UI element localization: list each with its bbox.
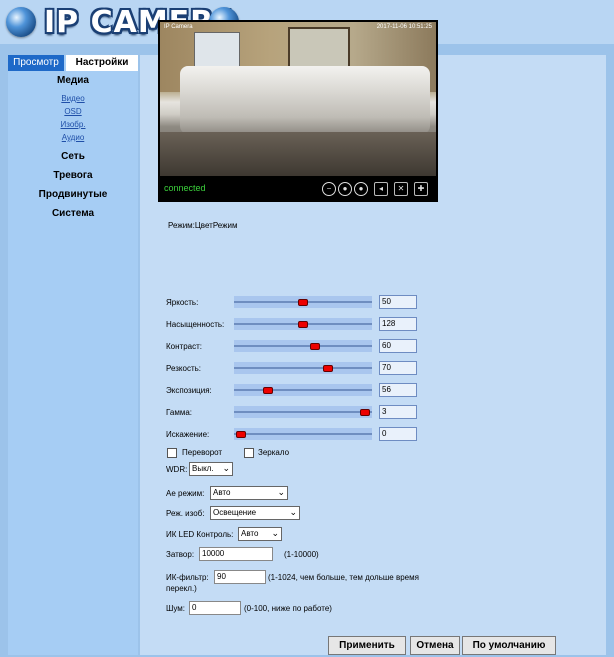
slider-track[interactable] [234,296,372,308]
ir-led-select[interactable]: Авто ⌄ [238,527,282,541]
slider-track[interactable] [234,428,372,440]
slider-thumb[interactable] [298,299,308,306]
shutter-input[interactable]: 10000 [199,547,273,561]
image-mode-select[interactable]: Освещение ⌄ [210,506,300,520]
audio-icon[interactable]: ◂ [374,182,388,196]
slider-track[interactable] [234,340,372,352]
osd-timestamp: 2017-11-06 10:51:25 [376,24,432,30]
color-mode-label: Режим:ЦветРежим [168,221,238,230]
default-button[interactable]: По умолчанию [462,636,556,655]
sidebar: Просмотр Настройки Медиа Видео OSD Изобр… [8,55,138,655]
mirror-checkbox[interactable] [244,448,254,458]
slider-track[interactable] [234,384,372,396]
focus-icon[interactable]: ● [338,182,352,196]
wdr-select[interactable]: Выкл. ⌄ [189,462,233,476]
feed-floor [160,132,436,176]
slider-thumb[interactable] [263,387,273,394]
camera-feed: IP Camera 2017-11-06 10:51:25 [160,22,436,176]
top-tabs: Просмотр Настройки [8,55,138,71]
image-mode-label: Реж. изоб: [166,509,205,518]
ir-led-label: ИК LED Контроль: [166,530,234,539]
slider-label: Яркость: [166,298,199,307]
nav-network[interactable]: Сеть [8,151,138,162]
ir-led-value: Авто [241,529,259,538]
mute-icon[interactable]: ✕ [394,182,408,196]
slider-track[interactable] [234,318,372,330]
ae-mode-value: Авто [213,488,231,497]
slider-value-input[interactable]: 3 [379,405,417,419]
wdr-label: WDR: [166,465,188,474]
slider-value-input[interactable]: 56 [379,383,417,397]
slider-label: Искажение: [166,430,210,439]
slider-thumb[interactable] [236,431,246,438]
slider-thumb[interactable] [310,343,320,350]
ir-filter-hint: (1-1024, чем больше, тем дольше время пе… [166,573,419,593]
chevron-down-icon: ⌄ [277,487,285,497]
feed-poster [194,32,240,70]
cancel-button[interactable]: Отмена [410,636,460,655]
settings-tools-icon[interactable]: ✚ [414,182,428,196]
globe-logo-icon [6,7,36,37]
nav-alarm[interactable]: Тревога [8,170,138,181]
feed-object [180,66,430,134]
zoom-in-icon[interactable]: ● [354,182,368,196]
mirror-label: Зеркало [258,448,290,457]
slider-track[interactable] [234,406,372,418]
shutter-hint: (1-10000) [284,550,319,559]
video-toolbar: connected − ● ● ◂ ✕ ✚ [160,178,436,200]
nav-sub-audio[interactable]: Аудио [8,133,138,142]
slider-label: Резкость: [166,364,202,373]
slider-thumb[interactable] [298,321,308,328]
chevron-down-icon: ⌄ [271,528,279,538]
image-mode-value: Освещение [213,508,257,517]
noise-label: Шум: [166,604,185,613]
slider-value-input[interactable]: 70 [379,361,417,375]
tab-settings[interactable]: Настройки [66,55,138,71]
nav-system[interactable]: Система [8,208,138,219]
chevron-down-icon: ⌄ [222,463,230,473]
slider-thumb[interactable] [360,409,370,416]
nav-media[interactable]: Медиа [8,75,138,86]
connection-status: connected [164,183,206,193]
noise-hint: (0-100, ниже по работе) [244,604,332,613]
flip-label: Переворот [182,448,223,457]
shutter-label: Затвор: [166,550,195,559]
zoom-out-icon[interactable]: − [322,182,336,196]
nav-sub-osd[interactable]: OSD [8,107,138,116]
slider-track[interactable] [234,362,372,374]
video-preview: IP Camera 2017-11-06 10:51:25 connected … [158,20,438,202]
nav-sub-image[interactable]: Изобр. [8,120,138,129]
slider-value-input[interactable]: 0 [379,427,417,441]
slider-thumb[interactable] [323,365,333,372]
apply-button[interactable]: Применить [328,636,406,655]
chevron-down-icon: ⌄ [289,507,297,517]
osd-name: IP Camera [164,24,193,30]
slider-label: Гамма: [166,408,193,417]
slider-value-input[interactable]: 50 [379,295,417,309]
noise-input[interactable]: 0 [189,601,241,615]
slider-value-input[interactable]: 128 [379,317,417,331]
slider-label: Экспозиция: [166,386,212,395]
ae-mode-label: Ae режим: [166,489,205,498]
ae-mode-select[interactable]: Авто ⌄ [210,486,288,500]
flip-checkbox[interactable] [167,448,177,458]
wdr-value: Выкл. [192,464,214,473]
tab-view[interactable]: Просмотр [8,55,64,71]
slider-label: Контраст: [166,342,202,351]
slider-label: Насыщенность: [166,320,225,329]
nav-advanced[interactable]: Продвинутые [8,189,138,200]
slider-value-input[interactable]: 60 [379,339,417,353]
nav-sub-video[interactable]: Видео [8,94,138,103]
